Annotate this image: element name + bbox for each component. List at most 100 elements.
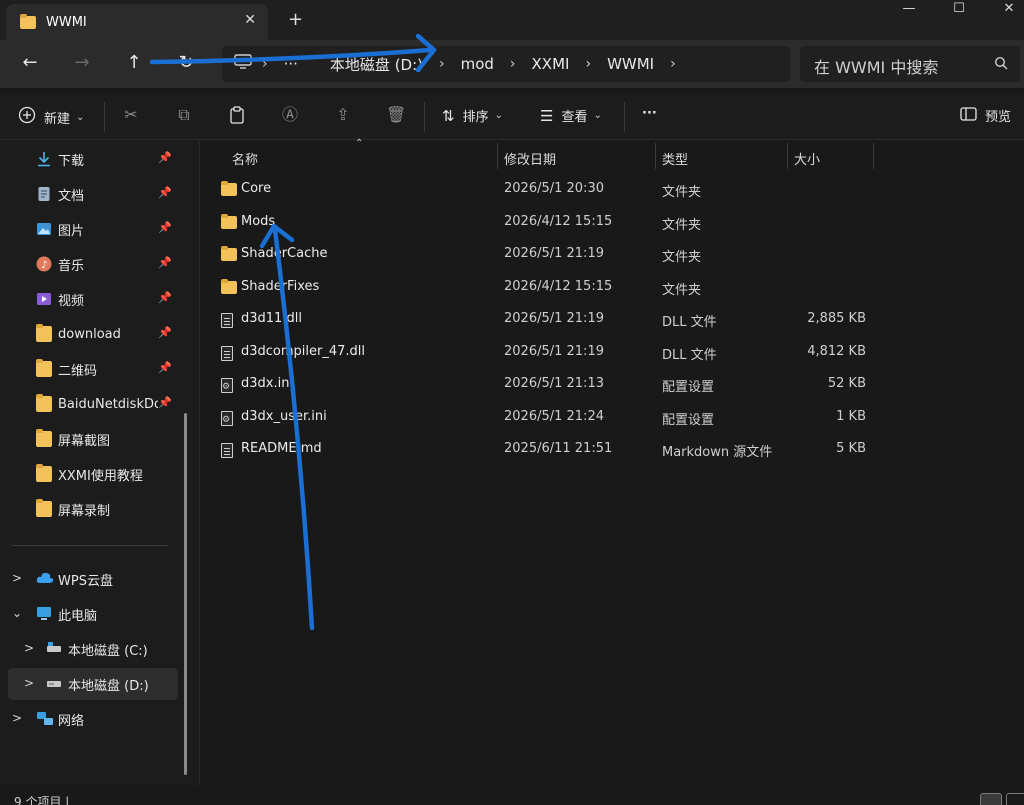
sidebar-scrollbar[interactable] — [184, 413, 187, 775]
sidebar-item-screen-recordings[interactable]: 屏幕录制 — [8, 493, 178, 525]
chevron-right-icon[interactable]: > — [24, 676, 34, 690]
folder-icon — [221, 279, 237, 294]
rename-icon[interactable]: Ⓐ — [281, 106, 299, 124]
sidebar-item-music[interactable]: ♪ 音乐 📌 — [8, 248, 178, 280]
sidebar-item-label: download — [58, 326, 121, 342]
file-name[interactable]: Core — [241, 181, 271, 196]
breadcrumb-xxmi[interactable]: XXMI — [526, 55, 576, 73]
close-button[interactable]: ✕ — [984, 0, 1024, 20]
minimize-button[interactable]: — — [884, 0, 934, 20]
file-date: 2026/5/1 21:13 — [504, 376, 604, 391]
tab-close-icon[interactable]: ✕ — [244, 12, 256, 28]
sidebar-item-drive-d[interactable]: > 本地磁盘 (D:) — [8, 668, 178, 700]
file-name[interactable]: d3dcompiler_47.dll — [241, 344, 365, 359]
column-divider[interactable] — [787, 143, 788, 169]
up-button[interactable]: ↑ — [122, 52, 146, 73]
preview-button[interactable]: 预览 — [960, 106, 1011, 125]
view-button[interactable]: ☰ 查看 ⌄ — [540, 106, 602, 126]
chevron-right-icon[interactable]: > — [12, 571, 22, 585]
sidebar-item-this-pc[interactable]: ⌄ 此电脑 — [8, 598, 178, 630]
file-name[interactable]: d3d11.dll — [241, 311, 302, 326]
file-name[interactable]: ShaderCache — [241, 246, 327, 261]
breadcrumb-drive-d[interactable]: 本地磁盘 (D:) — [324, 54, 429, 75]
music-icon: ♪ — [36, 256, 52, 272]
forward-button[interactable]: → — [70, 52, 94, 73]
maximize-button[interactable]: ☐ — [934, 0, 984, 20]
breadcrumb-more[interactable]: ··· — [278, 55, 304, 73]
folder-icon — [36, 464, 52, 482]
list-item[interactable]: d3dx.ini 2026/5/1 21:13 配置设置 52 KB — [214, 369, 874, 401]
search-input[interactable]: 在 WWMI 中搜索 — [800, 46, 1020, 82]
breadcrumb-wwmi[interactable]: WWMI — [601, 55, 660, 73]
sidebar-item-wps-cloud[interactable]: > WPS云盘 — [8, 563, 178, 595]
address-bar[interactable]: › ··· 本地磁盘 (D:) › mod › XXMI › WWMI › — [222, 46, 790, 82]
file-name[interactable]: README.md — [241, 441, 322, 456]
breadcrumb-separator[interactable]: › — [252, 56, 278, 72]
computer-icon[interactable] — [234, 54, 252, 74]
more-options-button[interactable]: ··· — [642, 106, 657, 121]
delete-icon[interactable]: 🗑 — [386, 106, 406, 124]
copy-icon[interactable]: ⧉ — [175, 106, 193, 124]
list-item[interactable]: d3dx_user.ini 2026/5/1 21:24 配置设置 1 KB — [214, 402, 874, 434]
refresh-button[interactable]: ↻ — [174, 52, 198, 73]
list-item[interactable]: d3dcompiler_47.dll 2026/5/1 21:19 DLL 文件… — [214, 337, 874, 369]
sidebar-item-screenshots[interactable]: 屏幕截图 — [8, 423, 178, 455]
sidebar-item-label: 音乐 — [58, 258, 85, 274]
sidebar-item-network[interactable]: > 网络 — [8, 703, 178, 735]
column-header-type[interactable]: 类型 — [662, 145, 688, 171]
sidebar-item-baidunetdisk[interactable]: BaiduNetdiskDo 📌 — [8, 388, 178, 420]
tiles-view-icon[interactable] — [1006, 793, 1024, 805]
file-name[interactable]: Mods — [241, 214, 275, 229]
cut-icon[interactable]: ✂ — [122, 106, 140, 124]
breadcrumb-separator[interactable]: › — [429, 56, 455, 72]
sort-button[interactable]: ⇅ 排序 ⌄ — [442, 106, 503, 126]
file-date: 2026/4/12 15:15 — [504, 214, 613, 229]
pin-icon: 📌 — [158, 291, 172, 304]
list-item[interactable]: ShaderCache 2026/5/1 21:19 文件夹 — [214, 239, 874, 271]
pin-icon: 📌 — [158, 186, 172, 199]
details-view-icon[interactable] — [980, 793, 1002, 805]
breadcrumb-separator[interactable]: › — [500, 56, 526, 72]
column-divider[interactable] — [873, 143, 874, 169]
share-icon[interactable]: ⇪ — [334, 106, 352, 124]
list-item[interactable]: README.md 2025/6/11 21:51 Markdown 源文件 5… — [214, 434, 874, 466]
column-divider[interactable] — [655, 143, 656, 169]
list-item[interactable]: Mods 2026/4/12 15:15 文件夹 — [214, 207, 874, 239]
network-icon — [36, 711, 53, 727]
chevron-right-icon[interactable]: > — [12, 711, 22, 725]
sidebar-item-drive-c[interactable]: > 本地磁盘 (C:) — [8, 633, 178, 665]
sidebar-item-videos[interactable]: 视频 📌 — [8, 283, 178, 315]
file-list: ⌃ 名称 修改日期 类型 大小 Core 2026/5/1 20:30 文件夹 … — [199, 138, 1024, 805]
sidebar-item-xxmi-tutorial[interactable]: XXMI使用教程 — [8, 458, 178, 490]
sidebar-item-download-folder[interactable]: download 📌 — [8, 318, 178, 350]
column-header-date[interactable]: 修改日期 — [504, 145, 556, 171]
sidebar-item-documents[interactable]: 文档 📌 — [8, 178, 178, 210]
new-tab-button[interactable]: + — [288, 9, 303, 30]
breadcrumb-mod[interactable]: mod — [455, 55, 500, 73]
computer-icon — [36, 606, 52, 622]
column-header-name[interactable]: 名称 — [232, 145, 258, 171]
chevron-down-icon[interactable]: ⌄ — [12, 606, 22, 620]
file-name[interactable]: d3dx_user.ini — [241, 409, 327, 424]
video-icon — [36, 291, 52, 307]
search-icon[interactable] — [994, 56, 1008, 74]
file-name[interactable]: ShaderFixes — [241, 279, 319, 294]
back-button[interactable]: ← — [18, 52, 42, 73]
column-header-size[interactable]: 大小 — [794, 145, 820, 171]
toolbar-divider — [624, 102, 625, 132]
list-item[interactable]: d3d11.dll 2026/5/1 21:19 DLL 文件 2,885 KB — [214, 304, 874, 336]
chevron-right-icon[interactable]: > — [24, 641, 34, 655]
file-icon — [221, 313, 233, 328]
column-divider[interactable] — [497, 143, 498, 169]
list-item[interactable]: ShaderFixes 2026/4/12 15:15 文件夹 — [214, 272, 874, 304]
breadcrumb-separator[interactable]: › — [575, 56, 601, 72]
sidebar-item-qrcode[interactable]: 二维码 📌 — [8, 353, 178, 385]
sidebar-item-downloads[interactable]: 下载 📌 — [8, 143, 178, 175]
tab-wwmi[interactable]: WWMI ✕ — [6, 4, 268, 40]
breadcrumb-separator[interactable]: › — [660, 56, 686, 72]
sidebar-item-pictures[interactable]: 图片 📌 — [8, 213, 178, 245]
file-name[interactable]: d3dx.ini — [241, 376, 293, 391]
paste-icon[interactable] — [228, 106, 246, 124]
new-button[interactable]: 新建 ⌄ — [18, 106, 84, 128]
list-item[interactable]: Core 2026/5/1 20:30 文件夹 — [214, 174, 874, 206]
